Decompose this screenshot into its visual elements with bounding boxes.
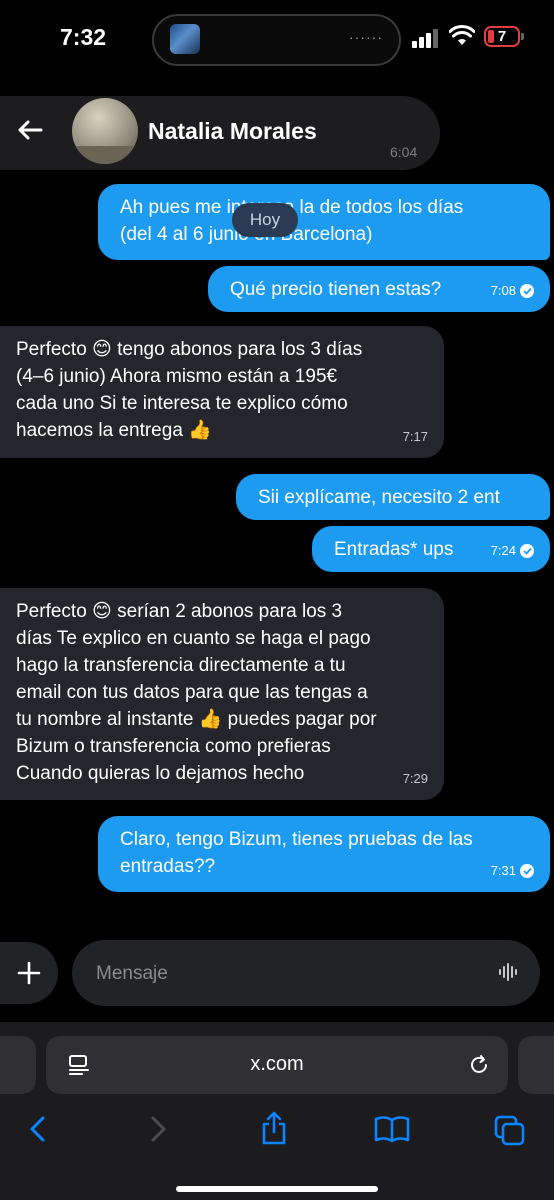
dynamic-island[interactable]: ······ xyxy=(152,14,401,66)
share-icon[interactable] xyxy=(260,1111,288,1145)
status-bar: 7:32 ······ 7 xyxy=(0,0,554,78)
message-time: 7:29 xyxy=(402,771,428,786)
message-bubble-outgoing[interactable]: Qué precio tienen estas? 7:08 xyxy=(208,266,550,312)
back-arrow-icon xyxy=(18,120,43,140)
message-text: Perfecto 😊 tengo abonos para los 3 días xyxy=(16,339,363,360)
read-check-icon xyxy=(520,283,534,298)
plus-icon xyxy=(17,961,41,985)
now-playing-artwork xyxy=(170,24,200,54)
message-text: Claro, tengo Bizum, tienes pruebas de la… xyxy=(120,829,473,850)
wifi-icon xyxy=(449,25,475,45)
bookmarks-icon[interactable] xyxy=(374,1115,410,1143)
attach-button[interactable] xyxy=(0,942,58,1004)
message-text: tu nombre al instante 👍 puedes pagar por xyxy=(16,709,377,730)
contact-name[interactable]: Natalia Morales xyxy=(148,118,317,145)
message-text: (del 4 al 6 junio en Barcelona) xyxy=(120,224,373,245)
message-composer xyxy=(72,940,540,1006)
message-bubble-outgoing[interactable]: Entradas* ups 7:24 xyxy=(312,526,550,572)
message-meta: 7:08 xyxy=(491,277,534,304)
message-input[interactable] xyxy=(94,958,478,990)
day-divider: Hoy xyxy=(232,203,298,237)
back-button[interactable] xyxy=(0,98,60,162)
message-bubble-incoming[interactable]: Perfecto 😊 serían 2 abonos para los 3 dí… xyxy=(0,588,444,800)
signal-icon xyxy=(412,28,438,48)
message-text: hacemos la entrega 👍 xyxy=(16,420,212,441)
tabs-icon[interactable] xyxy=(494,1115,526,1147)
message-meta: 7:24 xyxy=(491,537,534,564)
read-check-icon xyxy=(520,863,534,878)
message-meta: 7:31 xyxy=(491,857,534,884)
message-time: 7:31 xyxy=(490,863,516,878)
chat-header: Natalia Morales 6:04 xyxy=(0,96,554,174)
audio-indicator-icon: ······ xyxy=(349,29,383,45)
message-bubble-incoming[interactable]: Perfecto 😊 tengo abonos para los 3 días … xyxy=(0,326,444,458)
status-time: 7:32 xyxy=(60,24,107,50)
battery-icon: 7 xyxy=(484,26,524,47)
message-bubble-outgoing[interactable]: Ah pues me interesa la de todos los días… xyxy=(98,184,550,260)
message-text: Sii explícame, necesito 2 ent xyxy=(258,487,500,508)
message-text: Cuando quieras lo dejamos hecho xyxy=(16,763,305,784)
home-indicator[interactable] xyxy=(176,1186,378,1192)
url-text[interactable]: x.com xyxy=(46,1053,508,1076)
read-check-icon xyxy=(520,543,534,558)
avatar[interactable] xyxy=(72,98,138,164)
message-time: 7:24 xyxy=(490,543,516,558)
address-bar[interactable]: x.com xyxy=(46,1036,508,1094)
battery-level: 7 xyxy=(497,28,507,45)
message-text: (4–6 junio) Ahora mismo están a 195€ xyxy=(16,366,338,387)
previous-tab-preview[interactable] xyxy=(0,1036,36,1094)
browser-bar: x.com xyxy=(0,1022,554,1200)
reload-icon[interactable] xyxy=(468,1054,490,1076)
message-text: Ah pues me interesa la de todos los días xyxy=(120,197,464,218)
message-text: Bizum o transferencia como prefieras xyxy=(16,736,331,757)
message-text: entradas?? xyxy=(120,856,216,877)
message-text: Perfecto 😊 serían 2 abonos para los 3 xyxy=(16,601,343,622)
message-text: email con tus datos para que las tengas … xyxy=(16,682,368,703)
message-text: cada uno Si te interesa te explico cómo xyxy=(16,393,348,414)
message-text: días Te explico en cuanto se haga el pag… xyxy=(16,628,371,649)
message-text: hago la transferencia directamente a tu xyxy=(16,655,346,676)
message-meta: 7:17 xyxy=(403,423,428,450)
message-time: 7:08 xyxy=(490,283,516,298)
voice-wave-icon[interactable] xyxy=(498,962,518,982)
forward-chevron-icon[interactable] xyxy=(148,1115,168,1143)
message-bubble-outgoing[interactable]: Sii explícame, necesito 2 ent xyxy=(236,474,550,520)
message-bubble-outgoing[interactable]: Claro, tengo Bizum, tienes pruebas de la… xyxy=(98,816,550,892)
next-tab-preview[interactable] xyxy=(518,1036,554,1094)
back-chevron-icon[interactable] xyxy=(28,1115,48,1143)
message-meta: 7:29 xyxy=(403,765,428,792)
message-time: 7:17 xyxy=(402,429,428,444)
header-timestamp: 6:04 xyxy=(390,144,418,160)
